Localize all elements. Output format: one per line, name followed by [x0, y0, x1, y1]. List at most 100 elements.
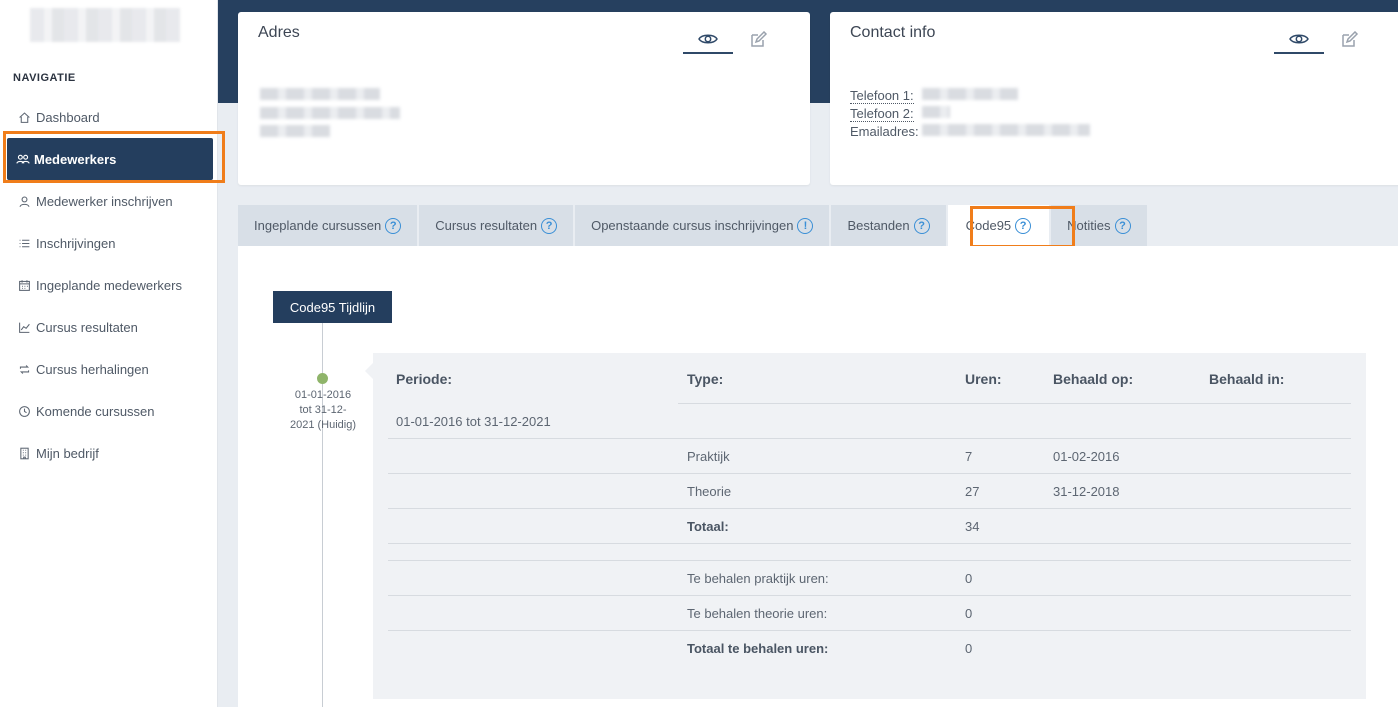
help-icon[interactable]: ?	[1015, 217, 1032, 234]
remaining-value: 0	[965, 571, 973, 586]
phone-2-row: Telefoon 2:	[850, 106, 914, 122]
tab-notities[interactable]: Notities ?	[1051, 205, 1147, 246]
address-line-3	[260, 125, 330, 137]
col-type: Type:	[687, 371, 724, 387]
timeline-entry-label[interactable]: 01-01-2016 tot 31-12-2021 (Huidig)	[288, 388, 358, 433]
tab-code95[interactable]: Code95 ?	[947, 205, 1050, 246]
help-icon[interactable]: ?	[385, 217, 402, 234]
tab-bestanden[interactable]: Bestanden ?	[831, 205, 946, 246]
tab-label: Ingeplande cursussen	[254, 218, 382, 233]
view-button[interactable]	[1274, 26, 1324, 54]
address-line-2	[260, 107, 400, 119]
nav-item-ingeplande-medewerkers[interactable]: Ingeplande medewerkers	[0, 264, 218, 306]
edit-button[interactable]	[1324, 26, 1374, 54]
period-detail: Periode: Type: Uren: Behaald op: Behaald…	[373, 353, 1366, 699]
period-row: 01-01-2016 tot 31-12-2021	[388, 404, 1351, 439]
total-row: Totaal: 34	[388, 509, 1351, 544]
remaining-label: Te behalen theorie uren:	[687, 606, 828, 621]
totaal-value: 34	[965, 519, 980, 534]
help-icon[interactable]: ?	[913, 217, 930, 234]
nav-item-label: Cursus herhalingen	[36, 361, 149, 377]
user-icon	[16, 193, 32, 209]
company-logo	[30, 8, 180, 42]
tab-label: Code95	[965, 218, 1012, 233]
nav-item-komende-cursussen[interactable]: Komende cursussen	[0, 390, 218, 432]
behaald-op-cell: 31-12-2018	[1053, 484, 1120, 499]
phone-1-label: Telefoon 1:	[850, 88, 914, 104]
tab-label: Openstaande cursus inschrijvingen	[591, 218, 794, 233]
view-button[interactable]	[683, 26, 733, 54]
nav-item-label: Inschrijvingen	[36, 235, 116, 251]
nav-item-label: Medewerker inschrijven	[36, 193, 173, 209]
address-card-actions	[683, 26, 783, 54]
remaining-total-label: Totaal te behalen uren:	[687, 641, 829, 656]
col-periode: Periode:	[396, 371, 453, 387]
building-icon	[16, 445, 32, 461]
totaal-label: Totaal:	[687, 519, 729, 534]
nav-item-label: Komende cursussen	[36, 403, 155, 419]
repeat-icon	[16, 361, 32, 377]
table-row: Praktijk 7 01-02-2016	[388, 439, 1351, 474]
address-card-title: Adres	[258, 24, 300, 41]
nav-heading: NAVIGATIE	[13, 72, 76, 84]
address-line-1	[260, 88, 380, 100]
email-row: Emailadres:	[850, 124, 919, 139]
contact-card-actions	[1274, 26, 1374, 54]
type-cell: Praktijk	[687, 449, 730, 464]
table-row: Theorie 27 31-12-2018	[388, 474, 1351, 509]
period-value: 01-01-2016 tot 31-12-2021	[396, 414, 551, 429]
contact-card: Contact info Telefoon 1: Telefoon 2: Ema…	[830, 12, 1398, 185]
clock-icon	[16, 403, 32, 419]
home-icon	[16, 109, 32, 125]
col-behaald-op: Behaald op:	[1053, 371, 1134, 387]
contact-card-title: Contact info	[850, 24, 936, 41]
phone-1-value	[922, 88, 1018, 100]
edit-icon	[1342, 31, 1359, 47]
eye-icon	[698, 34, 718, 44]
nav-item-label: Cursus resultaten	[36, 319, 138, 335]
nav-item-inschrijvingen[interactable]: Inschrijvingen	[0, 222, 218, 264]
spacer-row	[388, 544, 1351, 561]
remaining-total-row: Totaal te behalen uren: 0	[388, 631, 1351, 666]
code95-timeline-button[interactable]: Code95 Tijdlijn	[273, 291, 392, 323]
phone-2-label: Telefoon 2:	[850, 106, 914, 122]
tab-ingeplande-cursussen[interactable]: Ingeplande cursussen ?	[238, 205, 418, 246]
behaald-op-cell: 01-02-2016	[1053, 449, 1120, 464]
col-behaald-in: Behaald in:	[1209, 371, 1285, 387]
timeline-dot[interactable]	[317, 373, 328, 384]
tab-cursus-resultaten[interactable]: Cursus resultaten ?	[419, 205, 574, 246]
nav-item-label: Mijn bedrijf	[36, 445, 99, 461]
remaining-row: Te behalen theorie uren: 0	[388, 596, 1351, 631]
email-value	[922, 124, 1090, 136]
nav-item-cursus-herhalingen[interactable]: Cursus herhalingen	[0, 348, 218, 390]
users-icon	[16, 154, 30, 164]
nav-item-medewerker-inschrijven[interactable]: Medewerker inschrijven	[0, 180, 218, 222]
detail-header-row: Periode: Type: Uren: Behaald op: Behaald…	[388, 353, 1351, 404]
remaining-label: Te behalen praktijk uren:	[687, 571, 829, 586]
list-icon	[16, 235, 32, 251]
remaining-total-value: 0	[965, 641, 973, 656]
tab-label: Cursus resultaten	[435, 218, 538, 233]
edit-button[interactable]	[733, 26, 783, 54]
remaining-value: 0	[965, 606, 973, 621]
tab-label: Notities	[1067, 218, 1111, 233]
nav-item-label: Ingeplande medewerkers	[36, 277, 182, 293]
tab-bar: Ingeplande cursussen ? Cursus resultaten…	[238, 205, 1149, 246]
uren-cell: 7	[965, 449, 973, 464]
col-uren: Uren:	[965, 371, 1002, 387]
address-card: Adres	[238, 12, 810, 185]
tab-openstaande-cursus-inschrijvingen[interactable]: Openstaande cursus inschrijvingen !	[575, 205, 830, 246]
phone-2-value	[922, 106, 950, 118]
nav-item-mijn-bedrijf[interactable]: Mijn bedrijf	[0, 432, 218, 474]
nav-item-label: Dashboard	[36, 109, 100, 125]
phone-1-row: Telefoon 1:	[850, 88, 914, 104]
nav-item-medewerkers[interactable]: Medewerkers	[7, 138, 213, 180]
eye-icon	[1289, 34, 1309, 44]
type-cell: Theorie	[687, 484, 732, 499]
calendar-icon	[16, 277, 32, 293]
uren-cell: 27	[965, 484, 980, 499]
info-icon[interactable]: !	[797, 217, 814, 234]
help-icon[interactable]: ?	[541, 217, 558, 234]
help-icon[interactable]: ?	[1114, 217, 1131, 234]
nav-item-cursus-resultaten[interactable]: Cursus resultaten	[0, 306, 218, 348]
